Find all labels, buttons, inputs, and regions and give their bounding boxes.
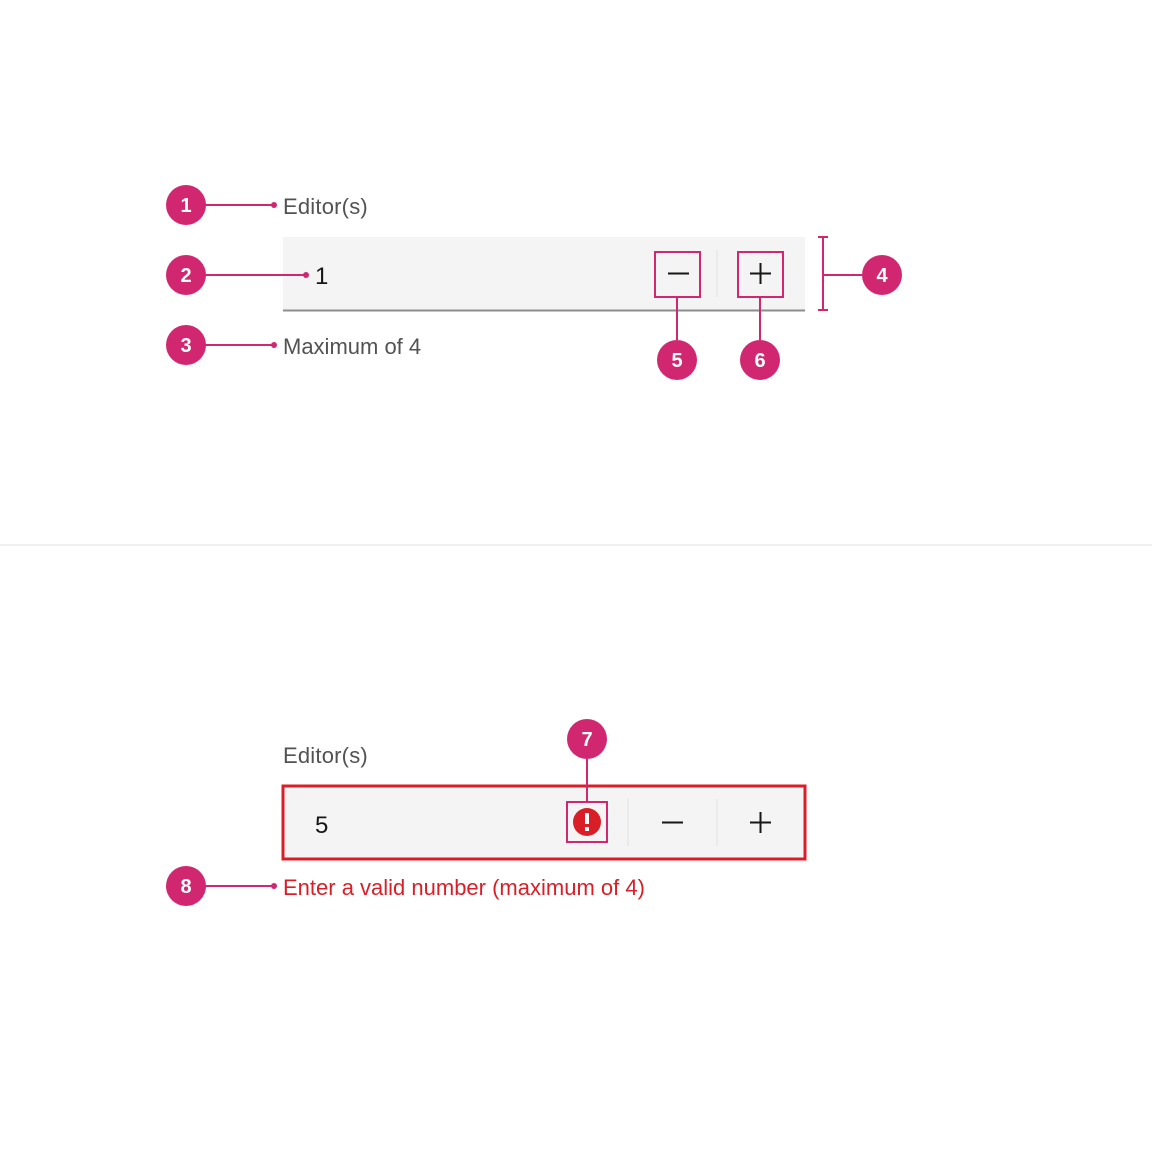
svg-text:1: 1 [180, 195, 191, 217]
svg-text:7: 7 [581, 729, 592, 751]
stepper-error-message: Enter a valid number (maximum of 4) [283, 875, 645, 900]
number-stepper: 1 [283, 237, 805, 311]
annotation-1: 1 [166, 185, 277, 225]
annotation-8: 8 [166, 866, 277, 906]
annotation-3: 3 [166, 325, 277, 365]
annotation-4: 4 [818, 237, 902, 310]
number-stepper-error: 5 [283, 786, 805, 859]
stepper-helper: Maximum of 4 [283, 334, 421, 359]
stepper-error-value[interactable]: 5 [315, 812, 328, 839]
svg-text:8: 8 [180, 876, 191, 898]
stepper-value[interactable]: 1 [315, 263, 328, 290]
warning-filled-icon [573, 808, 601, 836]
svg-text:6: 6 [754, 350, 765, 372]
anatomy-diagram: Editor(s) 1 Maximum of 4 1 2 [0, 0, 1152, 1152]
increment-button[interactable] [717, 786, 805, 859]
decrement-button[interactable] [640, 237, 717, 310]
svg-text:4: 4 [876, 265, 888, 287]
stepper-label: Editor(s) [283, 194, 368, 219]
decrement-button[interactable] [628, 786, 717, 859]
svg-text:3: 3 [180, 335, 191, 357]
svg-text:5: 5 [671, 350, 682, 372]
stepper-error-label: Editor(s) [283, 743, 368, 768]
svg-text:2: 2 [180, 265, 191, 287]
